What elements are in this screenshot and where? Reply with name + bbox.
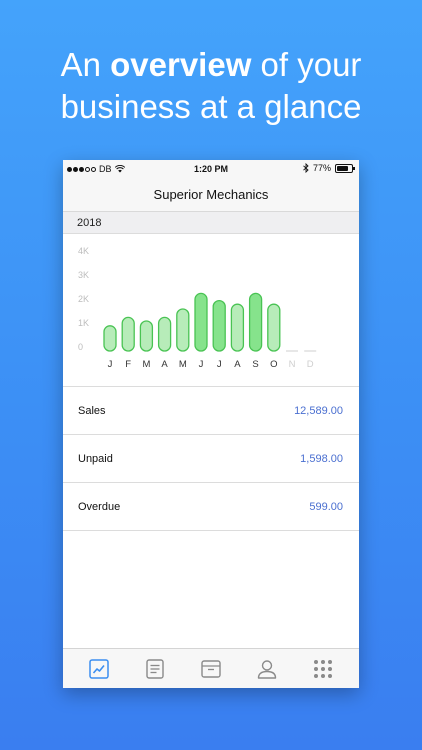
x-tick-label: J bbox=[108, 359, 113, 370]
summary-value: 599.00 bbox=[309, 500, 343, 513]
chart-bar[interactable] bbox=[139, 320, 154, 352]
summary-value: 1,598.00 bbox=[300, 452, 343, 465]
summary-value: 12,589.00 bbox=[294, 404, 343, 417]
tab-more[interactable] bbox=[305, 651, 341, 687]
y-tick-label: 2K bbox=[78, 294, 89, 304]
x-tick-label: N bbox=[289, 359, 296, 370]
page-title: Superior Mechanics bbox=[153, 187, 269, 202]
x-tick-label: F bbox=[125, 359, 131, 370]
headline-line-1: An overview of your bbox=[60, 46, 362, 83]
sales-bar-chart: 01K2K3K4KJ F M A M J J A S O N D bbox=[78, 246, 317, 370]
headline-bold: overview bbox=[110, 46, 252, 83]
chart-bar[interactable] bbox=[176, 308, 190, 352]
summary-label: Overdue bbox=[78, 500, 121, 513]
headline-line-2: business at a glance bbox=[60, 88, 362, 125]
chart-bar[interactable] bbox=[230, 303, 245, 352]
x-tick-label: O bbox=[270, 359, 277, 370]
summary-list: Sales 12,589.00 Unpaid 1,598.00 Overdue … bbox=[63, 387, 359, 531]
chart-bar[interactable] bbox=[121, 316, 135, 352]
document-icon bbox=[146, 658, 164, 679]
summary-row-unpaid[interactable]: Unpaid 1,598.00 bbox=[63, 435, 359, 483]
x-tick-label: M bbox=[179, 359, 187, 370]
grid-menu-icon bbox=[314, 659, 332, 678]
year-label: 2018 bbox=[77, 217, 102, 229]
summary-row-sales[interactable]: Sales 12,589.00 bbox=[63, 387, 359, 435]
x-tick-label: S bbox=[252, 359, 258, 370]
headline: An overview of your business at a glance bbox=[0, 44, 422, 128]
summary-label: Unpaid bbox=[78, 452, 113, 465]
chart-bar[interactable] bbox=[103, 325, 117, 352]
chart-bar[interactable] bbox=[157, 316, 172, 352]
y-tick-label: 4K bbox=[78, 246, 89, 256]
y-tick-label: 3K bbox=[78, 270, 89, 280]
chart-icon bbox=[89, 658, 109, 679]
x-tick-label: A bbox=[161, 359, 168, 370]
summary-row-overdue[interactable]: Overdue 599.00 bbox=[63, 483, 359, 531]
archive-box-icon bbox=[201, 659, 221, 678]
x-tick-label: D bbox=[307, 359, 314, 370]
tab-invoices[interactable] bbox=[137, 651, 173, 687]
year-header[interactable]: 2018 bbox=[63, 212, 359, 234]
sales-chart[interactable]: 0 1K 2K 3K 4K J F M A M J J A S O N D bbox=[63, 234, 359, 387]
battery-icon bbox=[335, 163, 355, 173]
x-tick-label: M bbox=[142, 359, 150, 370]
bluetooth-icon bbox=[303, 163, 309, 173]
chart-bar[interactable] bbox=[267, 303, 281, 352]
tab-items[interactable] bbox=[193, 651, 229, 687]
chart-bar[interactable] bbox=[212, 299, 226, 352]
tab-dashboard[interactable] bbox=[81, 651, 117, 687]
nav-bar: Superior Mechanics bbox=[63, 178, 359, 212]
battery-percent: 77% bbox=[312, 163, 331, 173]
x-tick-label: A bbox=[234, 359, 241, 370]
chart-bar[interactable] bbox=[194, 292, 208, 352]
chart-bar[interactable] bbox=[248, 292, 263, 352]
tab-bar bbox=[63, 648, 359, 688]
tab-clients[interactable] bbox=[249, 651, 285, 687]
status-bar: DB 1:20 PM 77% bbox=[63, 160, 359, 178]
summary-label: Sales bbox=[78, 404, 106, 417]
y-tick-label: 1K bbox=[78, 318, 89, 328]
person-icon bbox=[257, 659, 277, 679]
y-tick-label: 0 bbox=[78, 342, 83, 352]
status-right: 77% bbox=[303, 163, 355, 173]
x-tick-label: J bbox=[199, 359, 204, 370]
phone-screen: DB 1:20 PM 77% Superior Mechanics 2018 0… bbox=[63, 160, 359, 688]
x-tick-label: J bbox=[217, 359, 222, 370]
